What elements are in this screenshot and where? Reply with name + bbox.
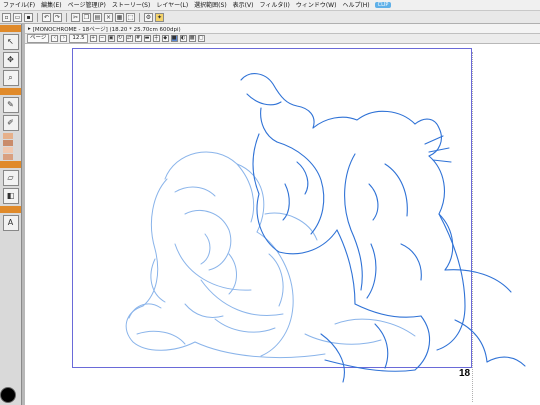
panel-header[interactable] (0, 206, 21, 213)
ruler-icon[interactable]: ▬ (143, 35, 151, 42)
new-file-icon[interactable]: ▫ (2, 12, 11, 22)
cut-icon[interactable]: ✂ (71, 12, 80, 22)
panel-header[interactable] (0, 161, 21, 168)
menu-file[interactable]: ファイル(F) (0, 0, 38, 11)
rotate-icon[interactable]: ↻ (116, 35, 124, 42)
zoom-tool-icon[interactable]: ⌕ (2, 70, 19, 86)
snap-icon[interactable]: ◆ (161, 35, 169, 42)
tone-icon[interactable]: ▩ (188, 35, 196, 42)
save-icon[interactable]: ▪ (24, 12, 33, 22)
move-tool-icon[interactable]: ✥ (2, 52, 19, 68)
menu-bar: ファイル(F) 編集(E) ページ管理(P) ストーリー(S) レイヤー(L) … (0, 0, 540, 11)
panel-header[interactable] (0, 88, 21, 95)
document-title: [MONOCHROME - 18ページ] (18.20 * 25.70cm 60… (32, 26, 181, 33)
drawing-canvas[interactable]: 18 (25, 44, 540, 405)
frame-icon[interactable]: ▢ (197, 35, 205, 42)
document-tab[interactable]: ▸ [MONOCHROME - 18ページ] (18.20 * 25.70cm … (25, 24, 540, 34)
zoom-in-icon[interactable]: + (89, 35, 97, 42)
grid-icon[interactable]: # (134, 35, 142, 42)
fit-icon[interactable]: ▣ (107, 35, 115, 42)
page-nav-icon[interactable]: › (60, 35, 68, 42)
menu-page[interactable]: ページ管理(P) (65, 0, 109, 11)
color-swatch[interactable] (3, 154, 13, 160)
color-swatch[interactable] (3, 147, 13, 153)
pointer-tool-icon[interactable]: ↖ (2, 34, 19, 50)
toolbar-separator (66, 12, 67, 22)
toolbar-separator (139, 12, 140, 22)
copy-icon[interactable]: ❐ (82, 12, 91, 22)
redo-icon[interactable]: ↷ (53, 12, 62, 22)
zoom-out-icon[interactable]: − (98, 35, 106, 42)
menu-edit[interactable]: 編集(E) (38, 0, 64, 11)
document-toolbar: ページ ‹ › 12.5 + − ▣ ↻ ⇄ # ▬ ┼ ◆ ■ ◐ ▩ ▢ (25, 34, 540, 44)
main-toolbar: ▫ ▭ ▪ ↶ ↷ ✂ ❐ ▤ × ▦ ⬚ ⚙ ✦ (0, 11, 540, 24)
mask-icon[interactable]: ◐ (179, 35, 187, 42)
page-number: 18 (459, 368, 471, 379)
clip-badge[interactable]: CLIP (374, 2, 392, 8)
document-window: ▸ [MONOCHROME - 18ページ] (18.20 * 25.70cm … (25, 24, 540, 405)
main-color-icon[interactable] (0, 387, 16, 403)
layer-color-icon[interactable]: ■ (170, 35, 178, 42)
menu-help[interactable]: ヘルプ(H) (339, 0, 372, 11)
panel-header[interactable] (0, 25, 21, 32)
sketch-light-layer (125, 151, 416, 359)
pen-tool-icon[interactable]: ✎ (2, 97, 19, 113)
open-folder-icon[interactable]: ▭ (13, 12, 22, 22)
fill-tool-icon[interactable]: ◧ (2, 188, 19, 204)
rough-sketch (125, 73, 526, 383)
menu-filter[interactable]: フィルタ(I) (256, 0, 292, 11)
guide-icon[interactable]: ┼ (152, 35, 160, 42)
undo-icon[interactable]: ↶ (42, 12, 51, 22)
menu-selection[interactable]: 選択範囲(S) (191, 0, 230, 11)
menu-view[interactable]: 表示(V) (230, 0, 257, 11)
text-tool-icon[interactable]: A (2, 215, 19, 231)
view-mode-select[interactable]: ページ (27, 34, 50, 43)
brush-tool-icon[interactable]: ✐ (2, 115, 19, 131)
toolbar-separator (37, 12, 38, 22)
menu-story[interactable]: ストーリー(S) (109, 0, 154, 11)
app-window: ファイル(F) 編集(E) ページ管理(P) ストーリー(S) レイヤー(L) … (0, 0, 540, 405)
clear-icon[interactable]: × (104, 12, 113, 22)
tool-panel: ↖ ✥ ⌕ ✎ ✐ ▱ ◧ A (0, 24, 22, 405)
menu-layer[interactable]: レイヤー(L) (153, 0, 191, 11)
color-swatch[interactable] (3, 133, 13, 139)
clip-studio-icon[interactable]: ✦ (155, 12, 164, 22)
paste-icon[interactable]: ▤ (93, 12, 102, 22)
settings-icon[interactable]: ⚙ (144, 12, 153, 22)
menu-window[interactable]: ウィンドウ(W) (293, 0, 340, 11)
transform-icon[interactable]: ⬚ (126, 12, 135, 22)
fill-icon[interactable]: ▦ (115, 12, 124, 22)
page-nav-icon[interactable]: ‹ (51, 35, 59, 42)
color-swatch[interactable] (3, 140, 13, 146)
eraser-tool-icon[interactable]: ▱ (2, 170, 19, 186)
zoom-field[interactable]: 12.5 (69, 34, 88, 43)
document-icon: ▸ (28, 25, 31, 32)
flip-icon[interactable]: ⇄ (125, 35, 133, 42)
